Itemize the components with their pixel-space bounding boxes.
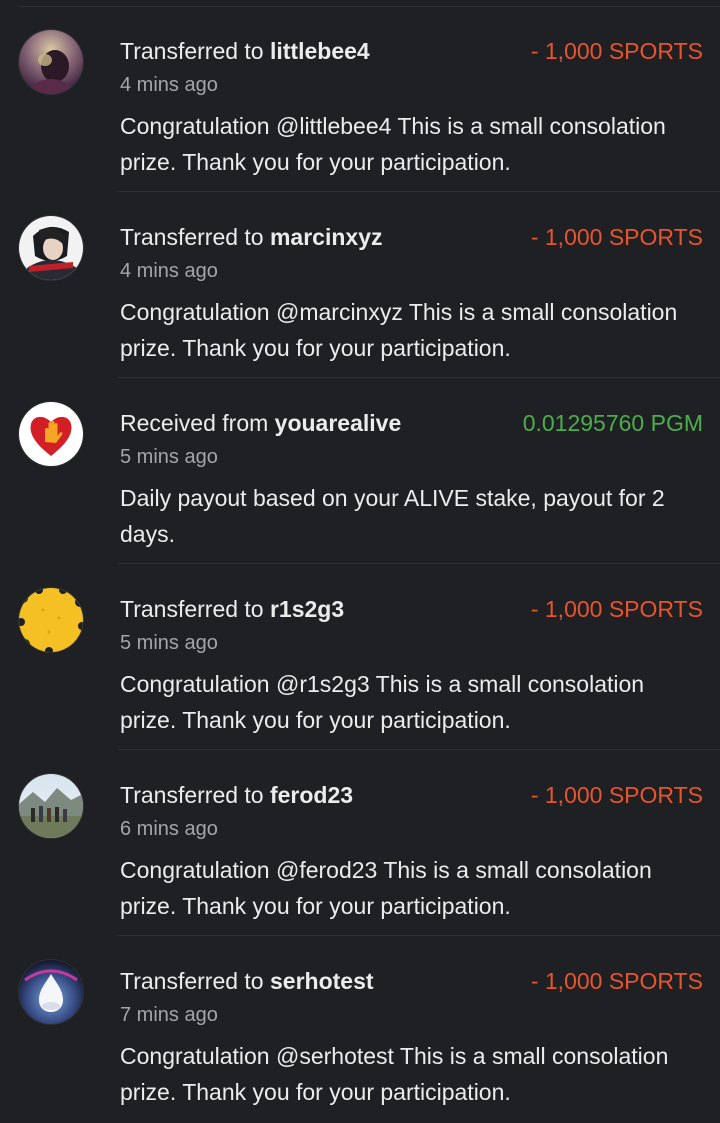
amount: - 1,000 SPORTS (530, 782, 703, 808)
counterparty-link[interactable]: serhotest (270, 968, 374, 994)
amount: - 1,000 SPORTS (530, 224, 703, 250)
transaction-item[interactable]: Transferred to ferod23 - 1,000 SPORTS 6 … (0, 750, 720, 936)
transaction-title: Transferred to serhotest (120, 966, 374, 996)
timestamp: 5 mins ago (120, 632, 218, 654)
amount: - 1,000 SPORTS (530, 968, 703, 994)
direction-label: Received from (120, 410, 269, 436)
timestamp: 4 mins ago (120, 74, 218, 96)
memo: Congratulation @serhotest This is a smal… (120, 1043, 669, 1105)
memo: Congratulation @marcinxyz This is a smal… (120, 299, 678, 361)
transaction-title: Transferred to marcinxyz (120, 222, 383, 252)
transaction-item[interactable]: Transferred to marcinxyz - 1,000 SPORTS … (0, 192, 720, 378)
timestamp: 4 mins ago (120, 260, 218, 282)
timestamp: 7 mins ago (120, 1004, 218, 1026)
memo: Congratulation @r1s2g3 This is a small c… (120, 671, 645, 733)
transaction-item[interactable]: Received from youarealive 0.01295760 PGM… (0, 378, 720, 564)
memo: Daily payout based on your ALIVE stake, … (120, 485, 665, 547)
avatar-marcinxyz[interactable] (19, 216, 83, 280)
transaction-item[interactable]: Transferred to r1s2g3 - 1,000 SPORTS 5 m… (0, 564, 720, 750)
transaction-title: Transferred to littlebee4 (120, 36, 370, 66)
transaction-title: Transferred to ferod23 (120, 780, 353, 810)
direction-label: Transferred to (120, 224, 264, 250)
transaction-title: Transferred to r1s2g3 (120, 594, 344, 624)
direction-label: Transferred to (120, 782, 264, 808)
transaction-item[interactable]: Transferred to littlebee4 - 1,000 SPORTS… (0, 6, 720, 192)
direction-label: Transferred to (120, 968, 264, 994)
amount: 0.01295760 PGM (522, 410, 703, 436)
amount: - 1,000 SPORTS (530, 38, 703, 64)
amount: - 1,000 SPORTS (530, 596, 703, 622)
avatar-littlebee4[interactable] (19, 30, 83, 94)
avatar-ferod23[interactable] (19, 774, 83, 838)
memo: Congratulation @littlebee4 This is a sma… (120, 113, 666, 175)
memo: Congratulation @ferod23 This is a small … (120, 857, 652, 919)
counterparty-link[interactable]: r1s2g3 (270, 596, 344, 622)
counterparty-link[interactable]: ferod23 (270, 782, 353, 808)
direction-label: Transferred to (120, 38, 264, 64)
counterparty-link[interactable]: littlebee4 (270, 38, 370, 64)
avatar-serhotest[interactable] (19, 960, 83, 1024)
counterparty-link[interactable]: marcinxyz (270, 224, 383, 250)
counterparty-link[interactable]: youarealive (275, 410, 402, 436)
avatar-r1s2g3[interactable] (19, 588, 83, 652)
timestamp: 6 mins ago (120, 818, 218, 840)
timestamp: 5 mins ago (120, 446, 218, 468)
transaction-title: Received from youarealive (120, 408, 401, 438)
direction-label: Transferred to (120, 596, 264, 622)
heart-hand-icon[interactable] (19, 402, 83, 466)
transaction-item[interactable]: Transferred to serhotest - 1,000 SPORTS … (0, 936, 720, 1122)
